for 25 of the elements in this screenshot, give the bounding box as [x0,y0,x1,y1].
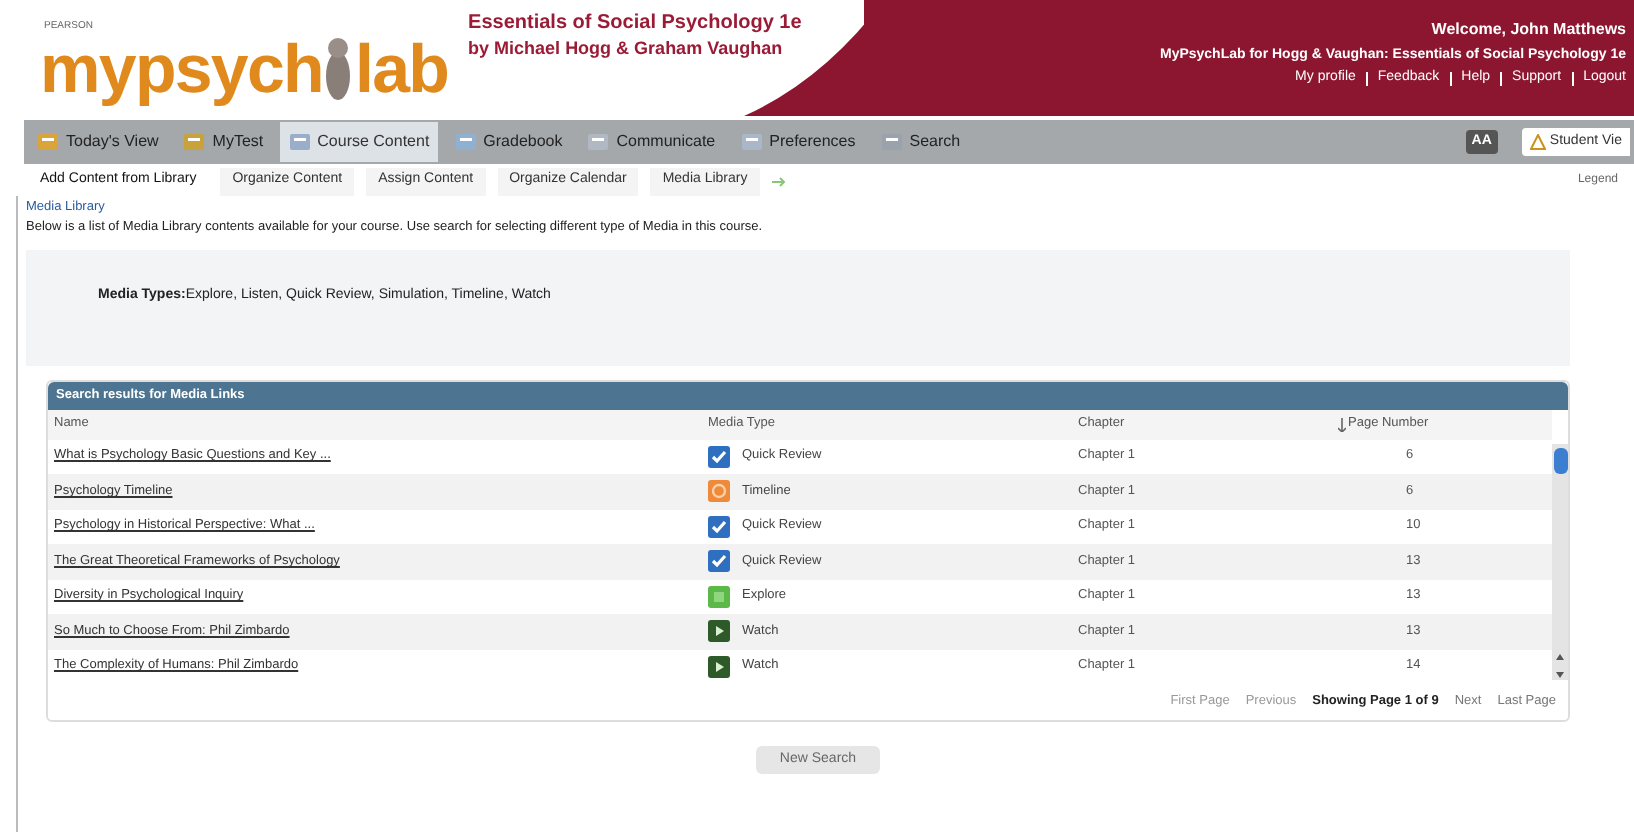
sort-icon[interactable] [1338,417,1346,431]
logo: mypsych lab [40,32,449,104]
scroll-arrows-icon[interactable] [1554,652,1566,680]
scrollbar[interactable] [1552,443,1568,680]
play-icon [708,655,730,678]
nav-tab[interactable]: Today's View [28,122,167,162]
warning-icon [1529,134,1546,150]
nav-tab[interactable]: Search [871,122,969,162]
nav-tab[interactable]: Preferences [731,122,864,162]
checkbox-icon [708,550,730,573]
book-authors: by Michael Hogg & Graham Vaughan [468,37,785,60]
nav-tab[interactable]: MyTest [174,122,272,162]
checkbox-icon [708,515,730,538]
play-icon [708,620,730,643]
mouse-icon [324,32,353,104]
nav-tab[interactable]: Course Content [279,122,438,162]
nav-tab[interactable]: Gradebook [445,122,571,162]
arrow-icon [771,175,788,187]
explore-icon [708,585,730,608]
scroll-thumb[interactable] [1553,447,1567,473]
timeline-icon [708,480,730,503]
welcome-text: Welcome, John Matthews [1431,20,1626,40]
book-title: Essentials of Social Psychology 1e [468,12,802,38]
nav-tab[interactable]: Communicate [578,122,724,162]
checkbox-icon [708,445,730,468]
